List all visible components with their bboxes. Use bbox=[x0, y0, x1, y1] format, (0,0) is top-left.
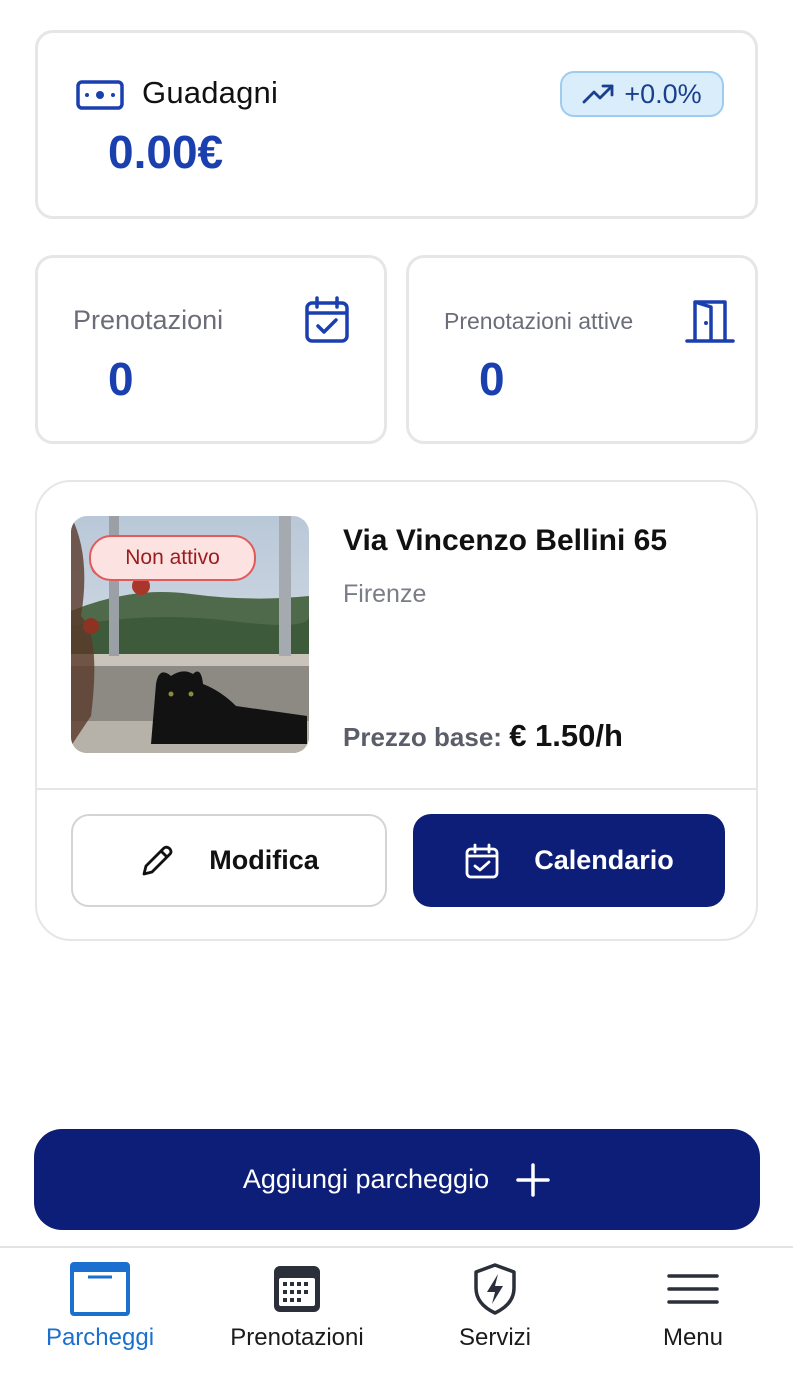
calendar-button-label: Calendario bbox=[534, 845, 674, 875]
active-bookings-label: Prenotazioni attive bbox=[444, 308, 634, 334]
trend-up-icon bbox=[582, 84, 614, 104]
edit-button[interactable]: Modifica bbox=[71, 814, 387, 907]
bookings-label: Prenotazioni bbox=[73, 305, 224, 335]
money-icon bbox=[76, 80, 124, 110]
nav-label-menu: Menu bbox=[662, 1324, 724, 1351]
add-parking-button[interactable]: Aggiungi parcheggio bbox=[34, 1129, 760, 1230]
calendar-button[interactable]: Calendario bbox=[413, 814, 725, 907]
calendar-check-icon bbox=[305, 296, 349, 343]
calendar-check-icon bbox=[465, 843, 499, 878]
parking-icon bbox=[70, 1262, 130, 1316]
status-badge: Non attivo bbox=[89, 535, 256, 581]
active-bookings-stat-card: Prenotazioni attive 0 bbox=[406, 255, 758, 444]
parking-city: Firenze bbox=[343, 580, 427, 608]
nav-item-servizi[interactable]: Servizi bbox=[395, 1262, 595, 1352]
earnings-title: Guadagni bbox=[142, 75, 279, 110]
active-bookings-count: 0 bbox=[479, 353, 505, 405]
earnings-amount: 0.00€ bbox=[108, 126, 224, 178]
nav-label-parcheggi: Parcheggi bbox=[45, 1324, 155, 1351]
price-value: € 1.50/h bbox=[509, 718, 623, 753]
trend-badge: +0.0% bbox=[560, 71, 724, 117]
parking-price: Prezzo base: € 1.50/h bbox=[343, 718, 623, 754]
bottom-nav: Parcheggi Prenotazioni Servizi Menu bbox=[0, 1246, 793, 1383]
card-divider bbox=[37, 788, 756, 790]
earnings-card: Guadagni 0.00€ +0.0% bbox=[35, 30, 758, 219]
pencil-icon bbox=[142, 845, 173, 875]
parking-address: Via Vincenzo Bellini 65 bbox=[343, 524, 668, 557]
nav-item-prenotazioni[interactable]: Prenotazioni bbox=[197, 1262, 397, 1352]
door-icon bbox=[685, 300, 735, 343]
hamburger-icon bbox=[667, 1274, 719, 1304]
plus-icon bbox=[516, 1162, 550, 1197]
add-parking-label: Aggiungi parcheggio bbox=[242, 1164, 490, 1194]
calendar-grid-icon bbox=[274, 1266, 320, 1312]
bookings-count: 0 bbox=[108, 353, 134, 405]
trend-value: +0.0% bbox=[624, 78, 702, 109]
price-label: Prezzo base: bbox=[343, 722, 502, 752]
nav-label-prenotazioni: Prenotazioni bbox=[230, 1324, 364, 1351]
nav-label-servizi: Servizi bbox=[458, 1324, 531, 1351]
parking-card: Non attivo Via Vincenzo Bellini 65 Firen… bbox=[35, 480, 758, 941]
edit-button-label: Modifica bbox=[209, 845, 319, 875]
nav-item-parcheggi[interactable]: Parcheggi bbox=[0, 1262, 200, 1352]
bookings-stat-card: Prenotazioni 0 bbox=[35, 255, 387, 444]
nav-item-menu[interactable]: Menu bbox=[593, 1262, 793, 1352]
shield-bolt-icon bbox=[474, 1263, 516, 1315]
